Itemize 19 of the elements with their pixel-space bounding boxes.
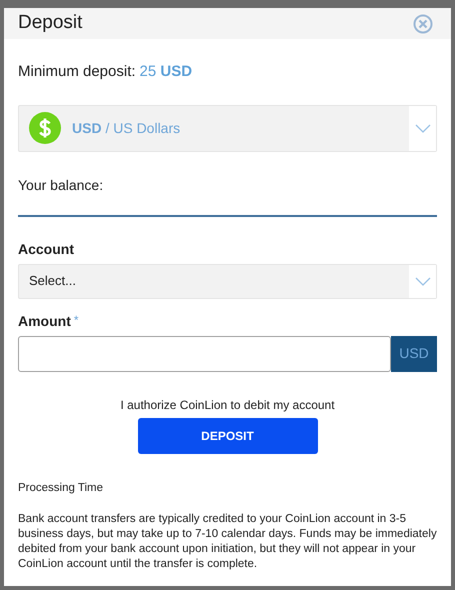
authorization-text: I authorize CoinLion to debit my account xyxy=(120,396,335,414)
required-mark: * xyxy=(74,312,79,328)
amount-label: Amount xyxy=(18,312,71,330)
account-select[interactable]: Select... xyxy=(18,264,437,298)
currency-value: USD / US Dollars xyxy=(72,118,180,138)
minimum-deposit-value: 25 USD xyxy=(140,62,192,82)
processing-title: Processing Time xyxy=(18,480,104,496)
dollar-icon xyxy=(29,112,61,144)
amount-input[interactable] xyxy=(18,336,391,372)
dialog-title: Deposit xyxy=(18,11,82,36)
close-icon[interactable] xyxy=(413,14,433,34)
minimum-deposit-label: Minimum deposit: xyxy=(18,62,136,82)
chevron-down-icon xyxy=(414,276,430,286)
chevron-down-icon xyxy=(414,124,430,132)
currency-unit: USD xyxy=(391,336,437,372)
account-label: Account xyxy=(18,240,75,258)
processing-text: Bank account transfers are typically credited to your CoinLion account in 3-5 business days, but may take up to 7-10 calendar days. Funds may be immediately debited from your bank account upon initiation, but they will not appear in your CoinLion account until the transfer is complete. xyxy=(18,512,437,572)
balance-label: Your balance: xyxy=(18,176,104,194)
deposit-button[interactable]: DEPOSIT xyxy=(138,418,318,454)
